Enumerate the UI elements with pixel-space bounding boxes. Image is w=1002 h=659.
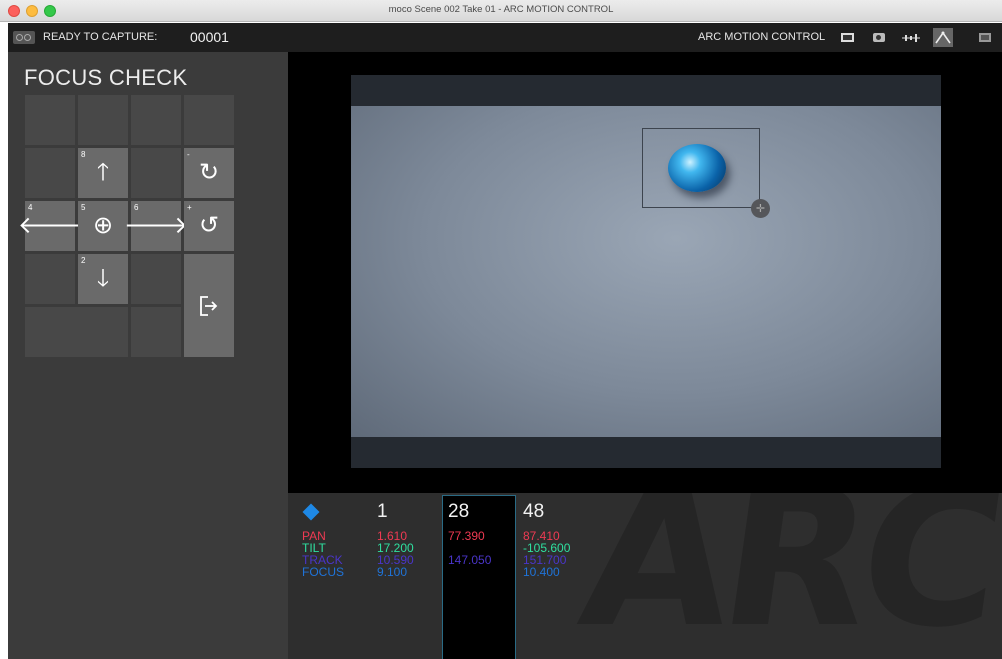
monitor-icon[interactable]: [837, 28, 857, 47]
keyframe-number[interactable]: 48: [523, 501, 544, 523]
keyframe-data-panel: ARC PAN TILT TRACK FOCUS 1 1.610 17.200 …: [288, 493, 1002, 659]
pan-value: 77.390: [448, 529, 485, 543]
arrow-left-icon: 🡐: [17, 212, 83, 239]
timeline-icon[interactable]: [901, 28, 921, 47]
pad-empty: [25, 95, 75, 145]
key-number: 6: [134, 203, 139, 212]
move-up-button[interactable]: 8 🡑: [78, 148, 128, 198]
zoom-button[interactable]: 5 ⊕: [78, 201, 128, 251]
capture-status-label: READY TO CAPTURE:: [43, 31, 158, 43]
key-number: 8: [81, 150, 86, 159]
key-number: 4: [28, 203, 33, 212]
pad-empty: [131, 95, 181, 145]
camera-icon[interactable]: [869, 28, 889, 47]
capture-status-icon: [13, 31, 35, 44]
arrow-up-icon: 🡑: [96, 159, 110, 186]
app-toolbar: READY TO CAPTURE: 00001 ARC MOTION CONTR…: [8, 23, 1002, 52]
rotate-counterclockwise-button[interactable]: + ↺: [184, 201, 234, 251]
pad-empty: [131, 148, 181, 198]
arrow-down-icon: 🡓: [96, 265, 110, 292]
pad-empty: [131, 307, 181, 357]
focus-check-panel: FOCUS CHECK 8 🡑 - ↻ 4 🡐 5 ⊕ 6 🡒 + ↺ 2 🡓: [8, 52, 288, 659]
move-left-button[interactable]: 4 🡐: [18, 201, 82, 251]
focus-value: 10.400: [523, 565, 560, 579]
brand-label: ARC MOTION CONTROL: [698, 31, 826, 43]
camera-image: ✛: [351, 106, 941, 437]
rotate-cw-icon: ↻: [198, 159, 220, 186]
curve-icon[interactable]: [933, 28, 953, 47]
track-value: 147.050: [448, 553, 492, 567]
capture-counter: 00001: [190, 29, 229, 45]
exit-focus-check-button[interactable]: [184, 254, 234, 357]
window-titlebar: moco Scene 002 Take 01 - ARC MOTION CONT…: [0, 0, 1002, 22]
focus-region-box[interactable]: [642, 128, 760, 208]
focus-region-handle-icon[interactable]: ✛: [751, 199, 770, 218]
arrow-right-icon: 🡒: [123, 212, 189, 239]
camera-frame: ✛: [351, 75, 941, 468]
key-number: +: [187, 203, 192, 212]
stack-icon[interactable]: [975, 28, 995, 47]
key-number: -: [187, 150, 190, 159]
keyframe-diamond-icon: [302, 503, 320, 521]
move-right-button[interactable]: 6 🡒: [124, 201, 188, 251]
arc-logo: ARC: [569, 493, 1002, 659]
pad-empty: [184, 95, 234, 145]
pad-empty: [78, 95, 128, 145]
pad-empty: [131, 254, 181, 304]
axis-label-focus: FOCUS: [302, 565, 344, 579]
pad-empty: [25, 307, 128, 357]
key-number: 5: [81, 203, 86, 212]
pad-empty: [25, 254, 75, 304]
key-number: 2: [81, 256, 86, 265]
focus-value: 9.100: [377, 565, 408, 579]
rotate-ccw-icon: ↺: [198, 212, 220, 239]
rotate-clockwise-button[interactable]: - ↻: [184, 148, 234, 198]
keyframe-number[interactable]: 28: [448, 501, 469, 523]
move-down-button[interactable]: 2 🡓: [78, 254, 128, 304]
zoom-in-icon: ⊕: [92, 212, 114, 239]
live-preview: ✛: [288, 52, 1002, 493]
exit-icon: [200, 295, 218, 316]
keyframe-number[interactable]: 1: [377, 501, 388, 523]
window-title: moco Scene 002 Take 01 - ARC MOTION CONT…: [388, 4, 614, 15]
pad-empty: [25, 148, 75, 198]
panel-title: FOCUS CHECK: [24, 65, 188, 90]
